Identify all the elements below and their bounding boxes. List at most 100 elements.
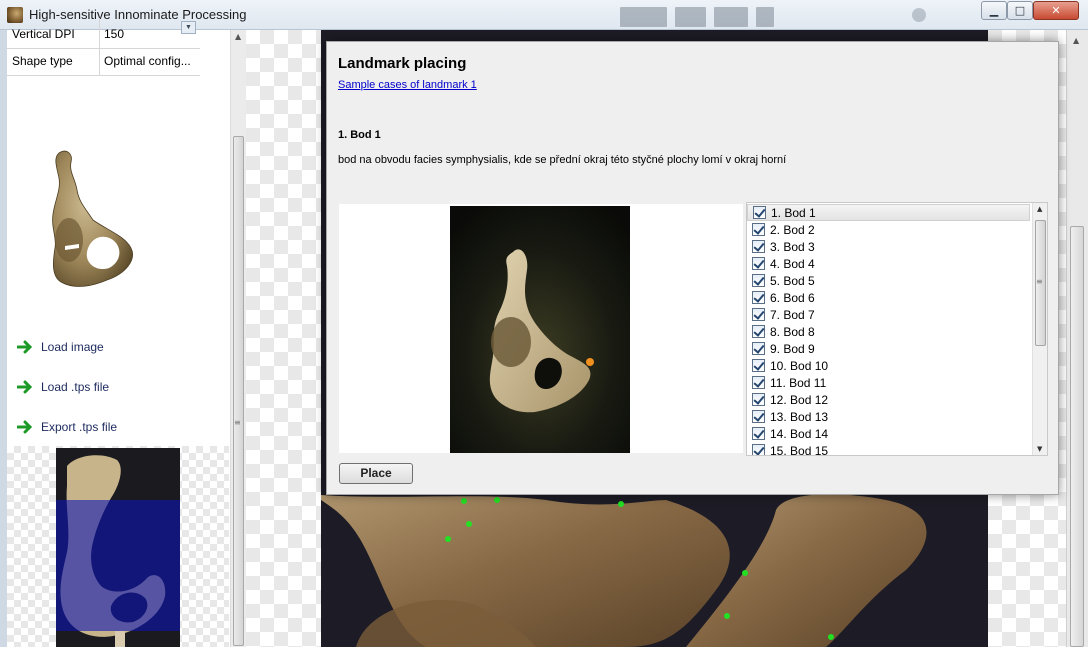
load-image-action[interactable]: Load image — [17, 337, 104, 357]
checkbox[interactable] — [753, 206, 766, 219]
list-item-label: 1. Bod 1 — [771, 205, 816, 220]
action-label: Load image — [41, 340, 104, 354]
checkbox[interactable] — [752, 359, 765, 372]
navigator-thumbnail[interactable] — [7, 446, 229, 647]
action-label: Load .tps file — [41, 380, 110, 394]
background-tab — [714, 7, 749, 27]
scroll-up-icon[interactable]: ▲ — [1037, 205, 1042, 213]
landmark-sample-image — [450, 206, 630, 453]
placed-landmark-marker[interactable] — [461, 498, 467, 504]
checkbox[interactable] — [752, 376, 765, 389]
background-tab — [756, 7, 774, 27]
maximize-button[interactable]: □ — [1007, 1, 1033, 20]
list-item-label: 15. Bod 15 — [770, 443, 829, 456]
background-tab — [620, 7, 668, 27]
checkbox[interactable] — [752, 342, 765, 355]
list-item-bod-1[interactable]: 1. Bod 1 — [747, 204, 1030, 221]
checkbox[interactable] — [752, 223, 765, 236]
scroll-up-icon[interactable]: ▲ — [235, 32, 241, 41]
landmark-marker — [586, 358, 594, 366]
landmark-placing-dialog: Landmark placing Sample cases of landmar… — [326, 41, 1059, 495]
list-item-label: 10. Bod 10 — [770, 358, 829, 373]
scroll-up-icon[interactable]: ▲ — [1073, 36, 1079, 45]
green-arrow-right-icon — [17, 340, 33, 354]
checkbox[interactable] — [752, 410, 765, 423]
placed-landmark-marker[interactable] — [494, 497, 500, 503]
checkbox[interactable] — [752, 427, 765, 440]
property-value: 150 — [104, 27, 125, 41]
checkbox[interactable] — [752, 325, 765, 338]
scroll-grip-icon: ≡ — [1036, 277, 1043, 286]
landmark-heading: 1. Bod 1 — [338, 129, 381, 141]
placed-landmark-marker[interactable] — [466, 521, 472, 527]
left-panel-scrollbar[interactable]: ▲ ≡ — [230, 30, 246, 647]
placed-landmark-marker[interactable] — [618, 501, 624, 507]
landmark-list-scrollbar[interactable]: ▲ ≡ ▼ — [1032, 203, 1047, 455]
checkbox[interactable] — [752, 444, 765, 455]
scroll-grip-icon: ≡ — [234, 418, 241, 427]
export-tps-file-action[interactable]: Export .tps file — [17, 417, 117, 437]
scroll-thumb[interactable] — [233, 136, 244, 646]
list-item-bod-3[interactable]: 3. Bod 3 — [747, 238, 1030, 255]
checkbox[interactable] — [752, 393, 765, 406]
list-item-label: 9. Bod 9 — [770, 341, 815, 356]
list-item-label: 3. Bod 3 — [770, 239, 815, 254]
placed-landmark-marker[interactable] — [742, 570, 748, 576]
bone-3d-preview — [52, 150, 133, 287]
checkbox[interactable] — [752, 308, 765, 321]
checkbox[interactable] — [752, 240, 765, 253]
green-arrow-right-icon — [17, 380, 33, 394]
list-item-bod-13[interactable]: 13. Bod 13 — [747, 408, 1030, 425]
property-label: Vertical DPI — [12, 27, 75, 41]
close-button[interactable]: ✕ — [1033, 1, 1079, 20]
property-row-shape-type: Shape type Optimal config... — [7, 45, 200, 76]
load-tps-file-action[interactable]: Load .tps file — [17, 377, 109, 397]
list-item-bod-14[interactable]: 14. Bod 14 — [747, 425, 1030, 442]
property-label: Shape type — [12, 54, 73, 68]
landmark-sample-panel — [339, 204, 743, 453]
checkbox[interactable] — [752, 291, 765, 304]
list-item-bod-12[interactable]: 12. Bod 12 — [747, 391, 1030, 408]
background-user-icon — [912, 8, 932, 22]
list-item-bod-8[interactable]: 8. Bod 8 — [747, 323, 1030, 340]
left-panel: Vertical DPI 150 ▼ Shape type Optimal co… — [7, 18, 246, 647]
list-item-bod-11[interactable]: 11. Bod 11 — [747, 374, 1030, 391]
list-item-label: 12. Bod 12 — [770, 392, 829, 407]
list-item-label: 6. Bod 6 — [770, 290, 815, 305]
list-item-bod-15[interactable]: 15. Bod 15 — [747, 442, 1030, 456]
action-label: Export .tps file — [41, 420, 118, 434]
sample-cases-link[interactable]: Sample cases of landmark 1 — [338, 79, 477, 91]
list-item-bod-7[interactable]: 7. Bod 7 — [747, 306, 1030, 323]
list-item-label: 4. Bod 4 — [770, 256, 815, 271]
list-item-label: 5. Bod 5 — [770, 273, 815, 288]
scroll-down-icon[interactable]: ▼ — [1037, 445, 1042, 453]
navigator-image — [56, 448, 180, 647]
list-item-bod-2[interactable]: 2. Bod 2 — [747, 221, 1030, 238]
list-item-bod-6[interactable]: 6. Bod 6 — [747, 289, 1030, 306]
list-item-bod-4[interactable]: 4. Bod 4 — [747, 255, 1030, 272]
canvas-scrollbar[interactable]: ▲ — [1066, 30, 1088, 647]
landmark-list[interactable]: 1. Bod 1 2. Bod 2 3. Bod 3 4. Bod 4 5. B… — [746, 202, 1048, 456]
list-item-label: 7. Bod 7 — [770, 307, 815, 322]
green-arrow-right-icon — [17, 420, 33, 434]
scroll-thumb[interactable] — [1070, 226, 1084, 647]
list-item-label: 2. Bod 2 — [770, 222, 815, 237]
list-item-bod-10[interactable]: 10. Bod 10 — [747, 357, 1030, 374]
list-item-bod-9[interactable]: 9. Bod 9 — [747, 340, 1030, 357]
minimize-button[interactable]: ▁ — [981, 1, 1007, 20]
checkbox[interactable] — [752, 274, 765, 287]
list-item-bod-5[interactable]: 5. Bod 5 — [747, 272, 1030, 289]
checkbox[interactable] — [752, 257, 765, 270]
placed-landmark-marker[interactable] — [724, 613, 730, 619]
background-toolbar — [620, 7, 890, 27]
list-item-label: 14. Bod 14 — [770, 426, 829, 441]
vertical-dpi-combo[interactable]: 150 ▼ — [99, 18, 199, 48]
chevron-down-icon[interactable]: ▼ — [181, 21, 196, 34]
list-item-label: 13. Bod 13 — [770, 409, 829, 424]
landmark-description: bod na obvodu facies symphysialis, kde s… — [338, 154, 787, 166]
property-value: Optimal config... — [104, 54, 191, 68]
place-button[interactable]: Place — [339, 463, 413, 484]
shape-type-field[interactable]: Optimal config... — [99, 45, 199, 75]
placed-landmark-marker[interactable] — [445, 536, 451, 542]
placed-landmark-marker[interactable] — [828, 634, 834, 640]
